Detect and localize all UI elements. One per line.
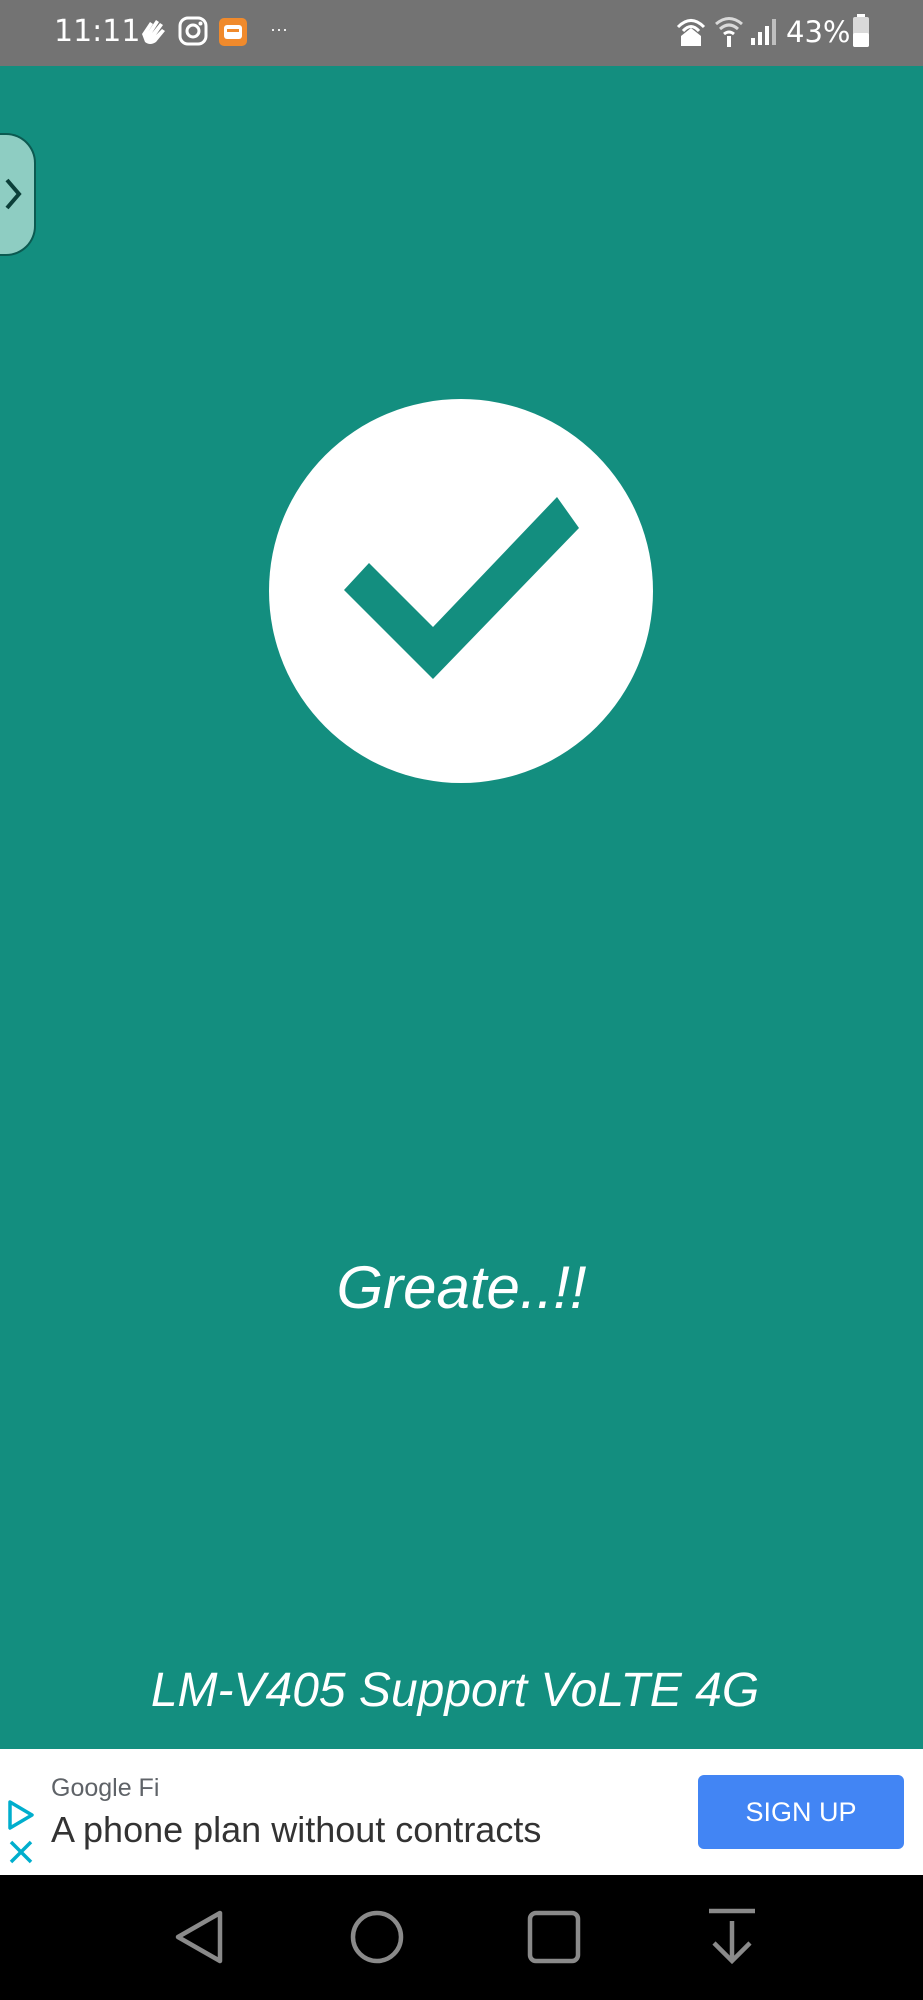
checkmark-icon [344, 497, 579, 679]
navigation-bar [0, 1875, 923, 2000]
back-icon[interactable] [166, 1907, 236, 1967]
signal-icon [749, 16, 781, 51]
ad-headline[interactable]: A phone plan without contracts [51, 1808, 541, 1852]
download-icon[interactable] [697, 1907, 767, 1967]
ad-choices-icon[interactable] [6, 1799, 36, 1836]
ad-signup-button[interactable]: SIGN UP [698, 1775, 904, 1849]
battery-icon [852, 14, 870, 53]
home-icon[interactable] [342, 1907, 412, 1967]
wifi-icon [714, 14, 744, 53]
chevron-right-icon [5, 178, 22, 210]
status-time: 11:11 [54, 14, 141, 49]
recents-icon[interactable] [519, 1907, 589, 1967]
more-notifications-icon: ··· [270, 19, 288, 39]
ad-advertiser: Google Fi [51, 1774, 160, 1802]
hotspot-icon [675, 14, 707, 53]
app-notification-icon [219, 18, 247, 51]
ad-close-icon[interactable] [8, 1839, 34, 1870]
status-bar: 11:11 ··· 43% [0, 0, 923, 66]
success-message: Greate..!! [336, 1254, 587, 1321]
success-check-circle [269, 399, 653, 783]
side-panel-handle[interactable] [0, 133, 36, 256]
ad-banner[interactable]: Google Fi A phone plan without contracts… [0, 1749, 923, 1875]
device-support-text: LM-V405 Support VoLTE 4G [150, 1664, 760, 1717]
instagram-icon [178, 16, 208, 51]
hand-wave-icon [136, 14, 170, 53]
battery-percent: 43% [786, 15, 851, 49]
